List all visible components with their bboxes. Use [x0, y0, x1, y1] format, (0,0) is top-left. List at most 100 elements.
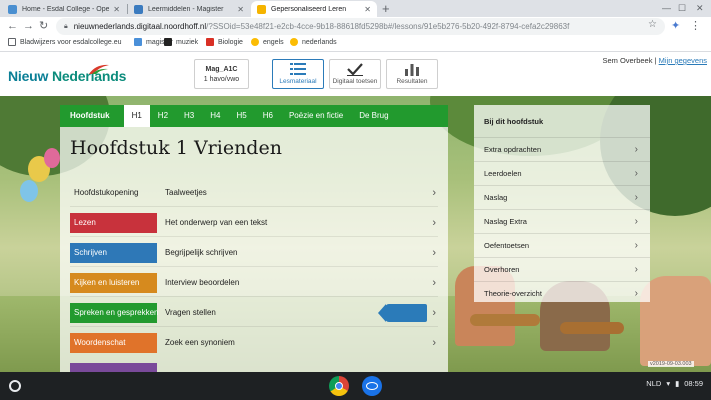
tab-h6[interactable]: H6	[255, 105, 281, 127]
current-lesson-marker	[378, 304, 427, 322]
bookmark-biologie[interactable]: Biologie	[206, 38, 243, 46]
screen-reader-app-icon[interactable]	[362, 376, 382, 396]
nav-digitaal-toetsen-button[interactable]: Digitaal toetsen	[329, 59, 381, 89]
noordhoff-favicon-icon	[257, 4, 266, 14]
close-icon[interactable]: ✕	[237, 5, 244, 14]
tab-title: Gepersonaliseerd Leren	[271, 5, 347, 13]
bookmark-nederlands[interactable]: nederlands	[290, 38, 337, 46]
browser-tab-magister[interactable]: Leermiddelen - Magister ✕	[128, 1, 250, 17]
lesson-category: Spreken en gesprekken	[70, 303, 159, 323]
biologie-favicon-icon	[206, 38, 214, 46]
nav-resultaten-button[interactable]: Resultaten	[386, 59, 438, 89]
nav-label: Lesmateriaal	[279, 78, 317, 85]
side-panel-title: Bij dit hoofdstuk	[484, 117, 544, 126]
side-item-theorie-overzicht[interactable]: Theorie-overzicht ›	[474, 281, 650, 305]
balloon	[44, 148, 60, 168]
nav-label: Digitaal toetsen	[332, 78, 378, 85]
tab-poezie-en-fictie[interactable]: Poëzie en fictie	[281, 105, 351, 127]
minimize-icon[interactable]: —	[662, 3, 671, 13]
tab-title: Leermiddelen - Magister	[148, 5, 224, 13]
chevron-right-icon: ›	[634, 192, 638, 203]
clock: 08:59	[684, 379, 703, 388]
divider	[70, 266, 438, 267]
tab-h4[interactable]: H4	[202, 105, 228, 127]
address-bar[interactable]: 🔒︎ nieuwnederlands.digitaal.noordhoff.nl…	[56, 18, 665, 35]
site-header: Nieuw Nederlands Mag_A1C 1 havo/vwo Lesm…	[0, 53, 711, 96]
checkmark-icon	[330, 60, 380, 78]
chevron-right-icon: ›	[634, 144, 638, 155]
user-separator: |	[654, 56, 657, 65]
chrome-icon-center	[335, 382, 343, 390]
person-figure	[640, 276, 711, 366]
lesson-row-taalweetjes[interactable]: Hoofdstukopening Taalweetjes ›	[60, 181, 448, 205]
divider	[70, 206, 438, 207]
lesson-row-partial[interactable]	[60, 361, 448, 372]
side-item-naslag[interactable]: Naslag ›	[474, 185, 650, 209]
extension-icon[interactable]: ✦	[671, 19, 680, 34]
chrome-icon[interactable]	[329, 376, 349, 396]
chevron-right-icon: ›	[634, 240, 638, 251]
magister-favicon-icon	[134, 4, 143, 14]
side-item-label: Extra opdrachten	[484, 145, 542, 154]
bookmarks-bar: Bladwijzers voor esdalcollege.eu magiste…	[0, 36, 711, 52]
side-item-label: Oefentoetsen	[484, 241, 530, 250]
side-item-label: Leerdoelen	[484, 169, 522, 178]
chevron-right-icon: ›	[634, 264, 638, 275]
lesson-row-schrijven[interactable]: Schrijven Begrijpelijk schrijven ›	[60, 241, 448, 265]
lesson-category: Kijken en luisteren	[70, 273, 157, 293]
tab-h3[interactable]: H3	[176, 105, 202, 127]
browser-tab-strip: Home - Esdal College - Openbaar ✕ Leermi…	[0, 0, 711, 17]
logo-word-1: Nieuw	[8, 68, 49, 84]
back-arrow-icon[interactable]: ←	[7, 19, 18, 34]
side-item-extra-opdrachten[interactable]: Extra opdrachten ›	[474, 137, 650, 161]
divider	[70, 296, 438, 297]
input-language: NLD	[646, 379, 662, 388]
balloon	[20, 180, 38, 202]
tab-h1[interactable]: H1	[123, 105, 150, 127]
forward-arrow-icon[interactable]: →	[23, 19, 34, 34]
bookmark-star-icon[interactable]: ☆	[648, 19, 657, 30]
side-item-leerdoelen[interactable]: Leerdoelen ›	[474, 161, 650, 185]
close-icon[interactable]: ✕	[364, 5, 371, 14]
bookmark-label: Biologie	[218, 38, 243, 46]
lesson-title: Het onderwerp van een tekst	[165, 218, 268, 227]
lesson-row-woordenschat[interactable]: Woordenschat Zoek een synoniem ›	[60, 331, 448, 355]
bookmark-engels[interactable]: engels	[251, 38, 284, 46]
browser-tab-gepersonaliseerd[interactable]: Gepersonaliseerd Leren ✕	[251, 1, 377, 17]
chevron-right-icon: ›	[634, 288, 638, 299]
side-item-overhoren[interactable]: Overhoren ›	[474, 257, 650, 281]
close-icon[interactable]: ✕	[113, 5, 120, 14]
battery-icon: ▮	[675, 379, 680, 388]
tab-h2[interactable]: H2	[150, 105, 176, 127]
divider	[70, 326, 438, 327]
lesson-title: Interview beoordelen	[165, 278, 240, 287]
browser-toolbar: ← → ↻ 🔒︎ nieuwnederlands.digitaal.noordh…	[0, 17, 711, 36]
side-item-oefentoetsen[interactable]: Oefentoetsen ›	[474, 233, 650, 257]
maximize-icon[interactable]: ☐	[678, 3, 686, 14]
bookmark-label: nederlands	[302, 38, 337, 46]
course-selector[interactable]: Mag_A1C 1 havo/vwo	[194, 59, 249, 89]
lesson-row-spreken-en-gesprekken[interactable]: Spreken en gesprekken Vragen stellen ›	[60, 301, 448, 325]
side-item-naslag-extra[interactable]: Naslag Extra ›	[474, 209, 650, 233]
browser-tab-esdal[interactable]: Home - Esdal College - Openbaar ✕	[2, 1, 126, 17]
tab-de-brug[interactable]: De Brug	[351, 105, 396, 127]
new-tab-button[interactable]: +	[382, 0, 390, 17]
menu-icon[interactable]: ⋮	[690, 19, 701, 34]
side-item-label: Naslag Extra	[484, 217, 527, 226]
guitar	[560, 322, 624, 334]
chapter-tabs: Hoofdstuk H1 H2 H3 H4 H5 H6 Poëzie en fi…	[60, 105, 448, 127]
logo-mark-icon	[89, 64, 109, 74]
bookmark-label: Bladwijzers voor esdalcollege.eu	[20, 38, 122, 46]
bookmark-muziek[interactable]: muziek	[164, 38, 198, 46]
bookmark-esdalcollege[interactable]: Bladwijzers voor esdalcollege.eu	[8, 38, 122, 46]
side-item-label: Theorie-overzicht	[484, 289, 542, 298]
nav-lesmateriaal-button[interactable]: Lesmateriaal	[272, 59, 324, 89]
lesson-row-lezen[interactable]: Lezen Het onderwerp van een tekst ›	[60, 211, 448, 235]
reload-icon[interactable]: ↻	[39, 19, 48, 34]
launcher-icon[interactable]	[9, 380, 21, 392]
system-tray[interactable]: NLD ▾ ▮ 08:59	[641, 379, 703, 388]
lesson-row-kijken-en-luisteren[interactable]: Kijken en luisteren Interview beoordelen…	[60, 271, 448, 295]
close-window-icon[interactable]: ✕	[696, 3, 704, 14]
mijn-gegevens-link[interactable]: Mijn gegevens	[659, 56, 707, 65]
tab-h5[interactable]: H5	[229, 105, 255, 127]
